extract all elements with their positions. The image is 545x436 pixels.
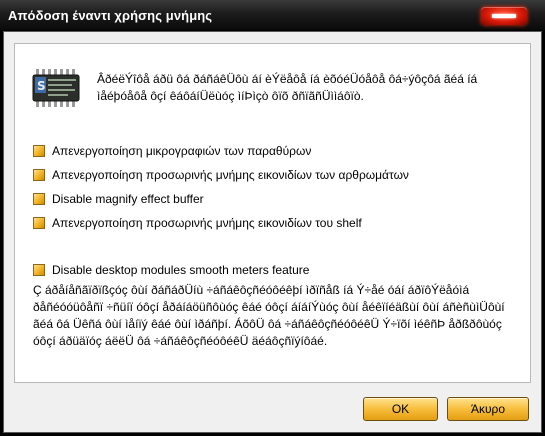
checkbox[interactable] [33,193,45,205]
dialog-window: Απόδοση έναντι χρήσης μνήμης S ÂðéëÝîôå … [0,0,545,436]
option-label: Disable magnify effect buffer [52,192,204,206]
option-disable-shelf-icon-cache[interactable]: Απενεργοποίηση προσωρινής μνήμης εικονιδ… [33,215,362,231]
svg-text:S: S [37,79,46,93]
window-title: Απόδοση έναντι χρήσης μνήμης [8,8,213,23]
checkbox[interactable] [33,145,45,157]
option-label: Απενεργοποίηση μικρογραφιών των παραθύρω… [52,144,312,158]
option-label: Απενεργοποίηση προσωρινής μνήμης εικονιδ… [52,168,409,182]
cancel-button[interactable]: Άκυρο [447,397,529,421]
dialog-body: S ÂðéëÝîôå áðü ôá ðáñáêÜôù áí èÝëåôå íá … [3,31,542,433]
memory-chip-icon: S [32,69,80,107]
option-disable-docklet-icon-cache[interactable]: Απενεργοποίηση προσωρινής μνήμης εικονιδ… [33,167,409,183]
ok-button[interactable]: OK [363,397,438,421]
description-text: ÂðéëÝîôå áðü ôá ðáñáêÜôù áí èÝëåôå íá èõ… [97,72,478,103]
options-panel: S ÂðéëÝîôå áðü ôá ðáñáêÜôù áí èÝëåôå íá … [14,43,531,383]
checkbox[interactable] [33,217,45,229]
checkbox[interactable] [33,264,45,276]
option-disable-smooth-meters[interactable]: Disable desktop modules smooth meters fe… [33,262,309,278]
option-disable-window-thumbnails[interactable]: Απενεργοποίηση μικρογραφιών των παραθύρω… [33,143,311,159]
close-icon [492,14,516,18]
checkbox[interactable] [33,169,45,181]
option-disable-magnify-effect-buffer[interactable]: Disable magnify effect buffer [33,191,204,207]
title-bar[interactable]: Απόδοση έναντι χρήσης μνήμης [0,0,545,31]
option-label: Disable desktop modules smooth meters fe… [52,263,310,277]
option-label: Απενεργοποίηση προσωρινής μνήμης εικονιδ… [52,216,362,230]
footnote-text: Ç áðåíåñãïðïßçóç ôùí ðáñáðÜíù ÷áñáêôçñéó… [33,283,505,348]
close-button[interactable] [481,7,527,25]
